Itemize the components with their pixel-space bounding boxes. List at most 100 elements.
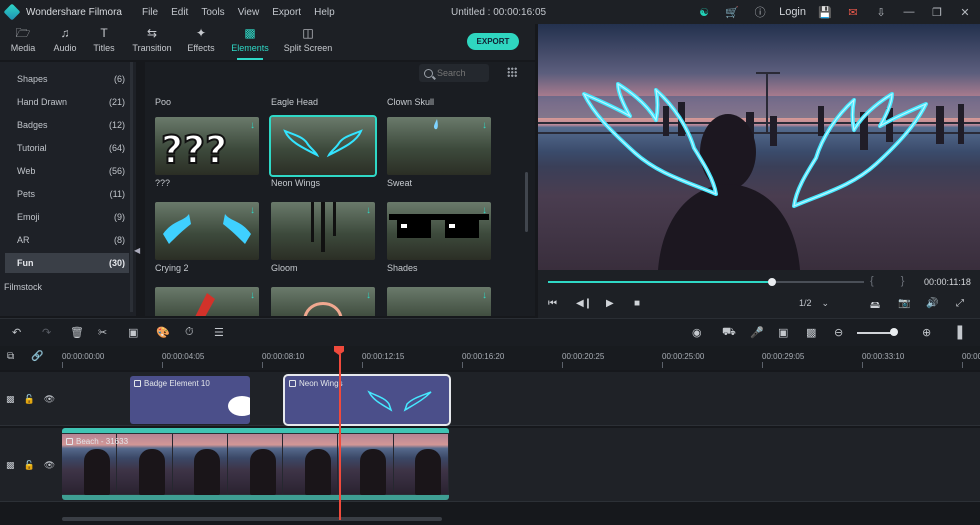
category-web[interactable]: Web (56) [5,161,129,181]
minimize-icon[interactable]: — [900,3,918,21]
save-icon[interactable]: 💾 [816,3,834,21]
zoom-slider[interactable] [857,332,894,334]
playback-controls: { } 00:00:11:18 ⏮ ◀❙ ▶ ■ 1/2 ⌄ 🖴 📷 🔊 ⤢ [538,270,980,318]
neon-wings-clip[interactable]: Neon Wings [283,374,451,426]
category-ar[interactable]: AR (8) [5,230,129,250]
login-link[interactable]: Login [779,6,806,18]
timeline-ruler[interactable]: ⧉ 🔗 00:00:00:00 00:00:04:05 00:00:08:10 … [0,346,980,370]
fullscreen-icon[interactable]: ⤢ [956,298,964,309]
category-name: Pets [17,189,36,199]
cart-icon[interactable]: 🛒 [723,3,741,21]
category-shapes[interactable]: Shapes (6) [5,69,129,89]
menu-tools[interactable]: Tools [201,7,224,18]
tab-elements[interactable]: ▩ Elements [225,26,275,60]
step-back-icon[interactable]: ◀❙ [576,298,592,309]
link-icon[interactable]: 🔗 [31,351,43,362]
track-type-icon: ▩ [6,394,15,404]
color-icon[interactable]: 🎨 [156,326,170,339]
tab-transition[interactable]: ⇆ Transition [127,26,177,53]
monitor-icon[interactable]: 🖴 [870,298,880,315]
restore-icon[interactable]: ❐ [928,3,946,21]
category-emoji[interactable]: Emoji (9) [5,207,129,227]
delete-icon[interactable]: 🗑 [70,326,84,339]
element-tile[interactable]: ↓ Gloom [271,202,375,273]
stop-icon[interactable]: ■ [634,298,640,309]
speed-icon[interactable]: ⏱ [185,326,194,339]
tab-effects[interactable]: ✦ Effects [176,26,226,53]
add-track-icon[interactable]: ⧉ [7,351,14,362]
play-icon[interactable]: ▶ [606,298,614,309]
zoom-out-icon[interactable]: ⊖ [834,326,843,339]
undo-icon[interactable]: ↶ [12,326,21,339]
element-track: ▩ 🔓 👁 Badge Element 10 Neon Wings [0,372,980,426]
download-icon[interactable]: ⇩ [872,3,890,21]
voiceover-icon[interactable]: ▣ [778,326,788,339]
playback-progress[interactable] [548,278,864,286]
menu-view[interactable]: View [238,7,260,18]
ruler-tick: 00:00:37:15 [962,352,980,361]
element-tile[interactable]: ??? ↓ ??? [155,117,259,188]
grid-menu-icon[interactable] [507,67,517,77]
timeline-scrollbar[interactable] [62,517,442,521]
element-tile[interactable]: ↓ Shades [387,202,491,273]
snapshot-icon[interactable]: 📷 [898,298,910,309]
gloom-lines-icon [311,202,336,252]
lock-icon[interactable]: 🔓 [24,394,35,405]
visibility-icon[interactable]: 👁 [44,460,55,471]
filmstock-link[interactable]: Filmstock [4,282,42,292]
render-icon[interactable]: ◉ [692,326,702,339]
playback-ratio[interactable]: 1/2 ⌄ [799,298,829,309]
cut-icon[interactable]: ✂ [98,326,107,339]
pause-bars-icon[interactable]: ❚ [954,323,966,340]
support-icon[interactable]: ☯ [695,3,713,21]
search-input[interactable] [437,68,485,78]
close-icon[interactable]: ✕ [956,3,974,21]
collapse-arrow-icon[interactable]: ◀ [134,246,140,255]
info-icon[interactable]: ⓘ [751,3,769,21]
element-tile[interactable]: ↓ [387,287,491,316]
category-name: AR [17,235,30,245]
badge-clip[interactable]: Badge Element 10 [130,376,250,424]
category-tutorial[interactable]: Tutorial (64) [5,138,129,158]
tab-split-screen[interactable]: ◫ Split Screen [283,26,333,53]
visibility-icon[interactable]: 👁 [44,394,55,405]
prev-frame-icon[interactable]: ⏮ [548,298,557,309]
video-clip[interactable]: Beach - 31633 [62,428,449,500]
mark-in-out[interactable]: { } [870,275,916,287]
zoom-in-icon[interactable]: ⊕ [922,326,931,339]
category-pets[interactable]: Pets (11) [5,184,129,204]
menu-export[interactable]: Export [272,7,301,18]
snapshot-track-icon[interactable]: ▩ [806,326,816,339]
tab-audio-label: Audio [53,43,77,53]
menu-file[interactable]: File [142,7,158,18]
element-tile[interactable]: ↓ Crying 2 [155,202,259,273]
search-box[interactable] [419,64,489,82]
category-scrollbar[interactable] [130,62,133,312]
zoom-slider-knob[interactable] [890,328,898,336]
grid-scrollbar[interactable] [525,172,528,232]
redo-icon[interactable]: ↷ [42,326,51,339]
progress-knob[interactable] [768,278,777,286]
playhead-line[interactable] [339,354,341,520]
adjust-icon[interactable]: ☰ [214,326,224,339]
element-tile[interactable]: ↓ [271,287,375,316]
element-tile[interactable]: ↓ [155,287,259,316]
mic-icon[interactable]: 🎤 [750,326,764,339]
element-tile[interactable]: Neon Wings [269,115,377,188]
category-hand-drawn[interactable]: Hand Drawn (21) [5,92,129,112]
category-badges[interactable]: Badges (12) [5,115,129,135]
crop-icon[interactable]: ▣ [128,326,138,339]
marker-icon[interactable]: ⛟ [722,326,736,340]
tab-titles[interactable]: T Titles [79,26,129,53]
menu-edit[interactable]: Edit [171,7,188,18]
category-fun[interactable]: Fun (30) [5,253,129,273]
download-icon: ↓ [250,290,255,301]
export-button[interactable]: EXPORT [467,33,519,50]
element-tile[interactable]: ↓ Sweat [387,117,491,188]
menu-help[interactable]: Help [314,7,335,18]
download-icon: ↓ [482,205,487,216]
lock-icon[interactable]: 🔓 [24,460,35,471]
mail-icon[interactable]: ✉ [844,3,862,21]
track-header: ▩ 🔓 👁 [0,394,60,405]
volume-icon[interactable]: 🔊 [926,298,938,309]
